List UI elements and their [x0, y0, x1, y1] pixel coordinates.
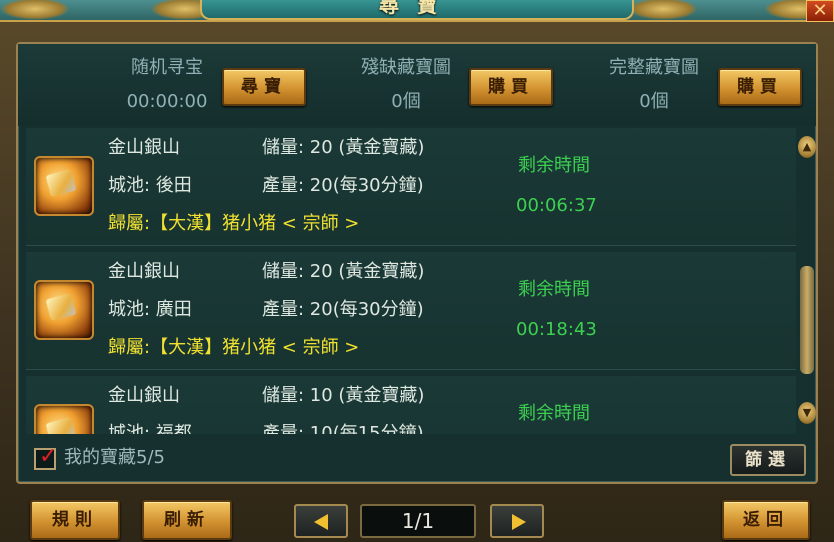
remaining-time-label: 剩余時間: [518, 403, 590, 424]
remaining-time: 00:18:43: [516, 319, 597, 340]
random-search-timer: 00:00:00: [126, 91, 208, 112]
my-treasure-label: 我的寶藏5/5: [64, 447, 165, 468]
treasure-city: 城池: 後田: [108, 175, 192, 196]
ornament-icon: [0, 0, 70, 20]
scroll-down-icon[interactable]: ▼: [798, 402, 816, 424]
random-search-info: 随机寻宝 00:00:00: [116, 56, 218, 114]
page-indicator: 1/1: [360, 504, 476, 538]
back-button[interactable]: 返回: [722, 500, 810, 540]
search-treasure-button[interactable]: 尋寶: [222, 68, 306, 106]
treasure-city: 城池: 廣田: [108, 299, 192, 320]
fragment-map-label: 殘缺藏寶圖: [361, 57, 451, 78]
remaining-time-label: 剩余時間: [518, 155, 590, 176]
ornament-icon: [628, 0, 698, 20]
prev-page-button[interactable]: [294, 504, 348, 538]
complete-map-label: 完整藏寶圖: [609, 57, 699, 78]
treasure-name: 金山銀山: [108, 385, 180, 406]
list-item[interactable]: 金山銀山 儲量: 20 (黃金寶藏) 城池: 廣田 產量: 20(每30分鐘) …: [26, 252, 796, 370]
map-header: 随机寻宝 00:00:00 尋寶 殘缺藏寶圖 0個 購買 完整藏寶圖 0個 購買: [18, 44, 816, 126]
treasure-storage: 儲量: 20 (黃金寶藏): [262, 261, 425, 282]
treasure-storage: 儲量: 10 (黃金寶藏): [262, 385, 425, 406]
arrow-left-icon: [314, 514, 328, 530]
gold-ore-icon: [34, 280, 94, 340]
treasure-list[interactable]: 金山銀山 儲量: 20 (黃金寶藏) 城池: 後田 產量: 20(每30分鐘) …: [26, 128, 798, 434]
complete-map-info: 完整藏寶圖 0個: [596, 56, 712, 114]
buy-complete-map-button[interactable]: 購買: [718, 68, 802, 106]
refresh-button[interactable]: 刷新: [142, 500, 232, 540]
list-item[interactable]: 金山銀山 儲量: 10 (黃金寶藏) 城池: 福都 產量: 10(每15分鐘) …: [26, 376, 796, 434]
random-search-label: 随机寻宝: [131, 57, 203, 78]
remaining-time-label: 剩余時間: [518, 279, 590, 300]
gold-ore-icon: [34, 156, 94, 216]
filter-button[interactable]: 篩選: [730, 444, 806, 476]
treasure-owner: 歸屬:【大漢】猪小猪 < 宗師 >: [108, 337, 360, 358]
arrow-right-icon: [512, 514, 526, 530]
treasure-storage: 儲量: 20 (黃金寶藏): [262, 137, 425, 158]
my-treasure-checkbox[interactable]: ✓: [34, 444, 58, 470]
complete-map-count: 0個: [639, 91, 669, 112]
close-icon: ✕: [812, 0, 828, 21]
checkmark-icon: ✓: [39, 444, 58, 469]
treasure-name: 金山銀山: [108, 261, 180, 282]
scroll-thumb[interactable]: [800, 266, 814, 374]
list-item[interactable]: 金山銀山 儲量: 20 (黃金寶藏) 城池: 後田 產量: 20(每30分鐘) …: [26, 128, 796, 246]
remaining-time: 00:06:37: [516, 195, 597, 216]
buy-fragment-map-button[interactable]: 購買: [469, 68, 553, 106]
list-scrollbar[interactable]: ▲ ▼: [798, 136, 816, 432]
scroll-up-icon[interactable]: ▲: [798, 136, 816, 158]
treasure-output: 產量: 20(每30分鐘): [262, 175, 424, 196]
game-window: 尋寶 ✕ 随机寻宝 00:00:00 尋寶 殘缺藏寶圖 0個 購買 完整藏寶圖 …: [0, 0, 834, 542]
fragment-map-count: 0個: [391, 91, 421, 112]
treasure-panel: 随机寻宝 00:00:00 尋寶 殘缺藏寶圖 0個 購買 完整藏寶圖 0個 購買…: [16, 42, 818, 484]
treasure-output: 產量: 10(每15分鐘): [262, 423, 424, 434]
fragment-map-info: 殘缺藏寶圖 0個: [348, 56, 464, 114]
gold-ore-icon: [34, 404, 94, 434]
treasure-owner: 歸屬:【大漢】猪小猪 < 宗師 >: [108, 213, 360, 234]
treasure-output: 產量: 20(每30分鐘): [262, 299, 424, 320]
close-button[interactable]: ✕: [806, 0, 834, 22]
window-title: 尋寶: [200, 0, 634, 20]
treasure-city: 城池: 福都: [108, 423, 192, 434]
next-page-button[interactable]: [490, 504, 544, 538]
treasure-name: 金山銀山: [108, 137, 180, 158]
rules-button[interactable]: 規則: [30, 500, 120, 540]
